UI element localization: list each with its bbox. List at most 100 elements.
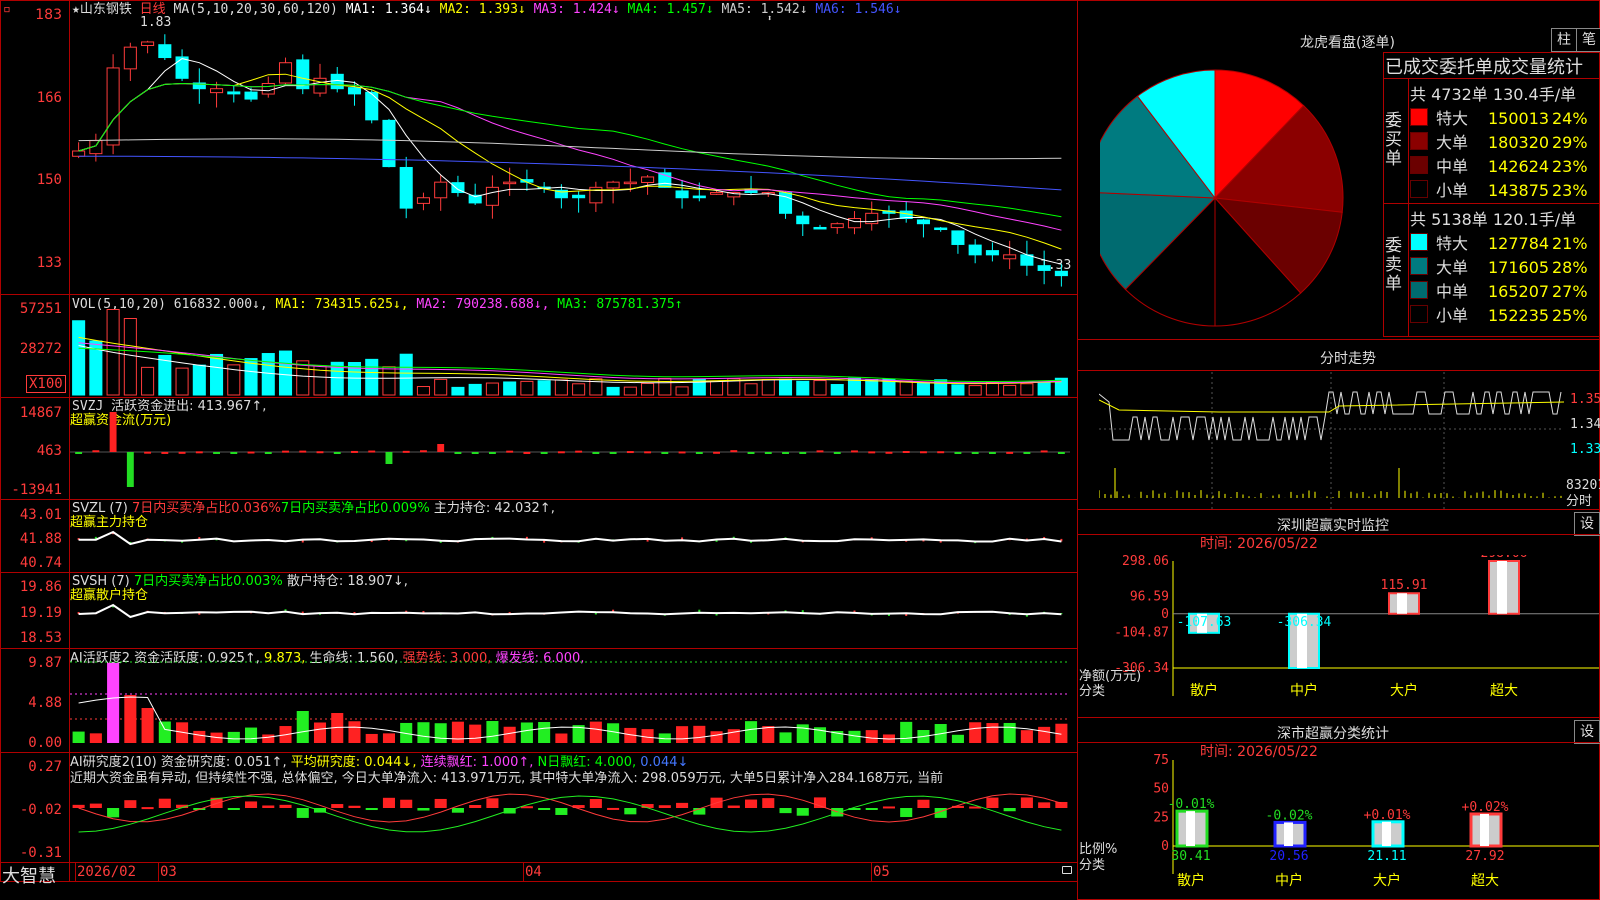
research-bar	[900, 808, 913, 818]
research-bar	[796, 808, 809, 816]
lock-icon[interactable]	[1062, 866, 1072, 874]
candle-body	[623, 181, 637, 185]
flow-bar	[264, 452, 272, 454]
volume-bar	[778, 378, 793, 396]
monitor-x-label: 分类	[1079, 684, 1105, 699]
classify-bar-shine	[1186, 811, 1195, 846]
flow-bar	[644, 451, 652, 454]
row-label: 中单	[1436, 157, 1469, 176]
activity-bar	[986, 723, 999, 743]
flow-bar	[316, 451, 324, 454]
classify-value-label: 30.41	[1171, 849, 1210, 864]
flow-bar	[695, 452, 703, 454]
flow-bar	[368, 450, 376, 453]
fenshi-chart[interactable]	[1099, 372, 1564, 510]
volume-bar	[572, 383, 586, 396]
row-label: 大单	[1436, 258, 1469, 277]
volume-bar	[485, 382, 499, 396]
buy-side-label: 委买单	[1385, 111, 1402, 169]
candle-body	[934, 227, 948, 231]
row-label: 中单	[1436, 282, 1469, 301]
bar-mode-button[interactable]: 柱	[1551, 28, 1577, 52]
ai2-d2: 平均研究度: 0.044↓,	[290, 755, 417, 770]
ai-research-chart[interactable]	[70, 786, 1076, 864]
flow-bar	[109, 412, 117, 452]
svsh-chart[interactable]	[70, 573, 1076, 648]
candle-body	[968, 244, 982, 256]
star-icon: ★	[72, 2, 80, 17]
candle-body	[675, 190, 689, 199]
flow-bar	[678, 451, 686, 454]
brand-logo[interactable]: 大智慧	[2, 862, 56, 888]
svsh-tick-2: 19.19	[19, 605, 62, 621]
research-bar	[779, 808, 792, 814]
research-bar	[434, 798, 447, 808]
ma-line-1	[78, 58, 1062, 265]
row-value: 165207	[1488, 282, 1550, 301]
flow-bar	[592, 452, 600, 454]
volume-chart[interactable]	[70, 298, 1076, 397]
candle-body	[1003, 254, 1017, 260]
ma-line-4	[78, 82, 1062, 218]
volume-bar	[641, 382, 655, 396]
svzj-chart[interactable]	[70, 398, 1076, 499]
classify-y-tick: 0	[1161, 839, 1169, 854]
classify-value-label: 20.56	[1269, 849, 1308, 864]
color-swatch-icon	[1410, 257, 1428, 275]
avg-research-line	[78, 795, 1062, 833]
row-value: 180320	[1488, 133, 1550, 152]
row-value: 150013	[1488, 109, 1550, 128]
y-tick-166: 166	[36, 90, 62, 106]
volume-bar	[761, 379, 775, 396]
classify-category-label: 散户	[1177, 872, 1205, 889]
volume-ma-line	[78, 342, 1062, 384]
research-bar	[124, 800, 137, 808]
buy-row: 大单 180320 29%	[1410, 129, 1588, 153]
row-label: 特大	[1436, 234, 1469, 253]
stats-mid-line	[1383, 203, 1600, 204]
svzl-chart[interactable]	[70, 500, 1076, 572]
candle-body	[347, 87, 362, 95]
monitor-value-label: -107.63	[1177, 615, 1232, 630]
volume-bar	[347, 361, 362, 396]
research-bar	[555, 808, 568, 815]
dragon-pie-chart[interactable]	[1100, 58, 1390, 340]
flow-bar	[161, 451, 169, 454]
flow-bar	[920, 451, 927, 454]
ma-value-3: 1.424↓	[572, 2, 628, 17]
activity-bar	[158, 721, 171, 743]
volume-bar	[261, 353, 275, 396]
flow-bar	[885, 451, 893, 454]
flow-bar	[420, 450, 427, 453]
classify-bar-chart[interactable]: 75 50 25 0 -0.01% 30.41 散户 -0.02% 20.56 中户 +0.01% 2…	[1079, 752, 1599, 900]
row-label: 特大	[1436, 109, 1469, 128]
classify-bar-shine	[1382, 821, 1391, 846]
ai-activity-chart[interactable]	[70, 649, 1076, 752]
date-label-4: 05	[873, 864, 890, 880]
ma-value-1: 1.364↓	[384, 2, 440, 17]
volume-bar	[382, 366, 396, 396]
monitor-bar-chart[interactable]: 298.0696.590-104.87-306.34-107.63散户-306.…	[1079, 555, 1599, 715]
activity-bar	[313, 722, 327, 743]
activity-bar	[227, 731, 240, 743]
monitor-category-label: 超大	[1490, 683, 1518, 699]
activity-bar	[382, 733, 395, 743]
flow-bar	[333, 452, 341, 454]
monitor-value-label: 298.06	[1481, 555, 1528, 561]
activity-bar	[451, 721, 464, 743]
flow-bar	[937, 451, 945, 454]
tick-mode-button[interactable]: 笔	[1576, 28, 1600, 52]
kline-chart[interactable]	[70, 16, 1076, 294]
ma-line-6	[78, 155, 1062, 191]
flow-bar	[92, 450, 100, 453]
volume-bar	[434, 378, 448, 396]
color-swatch-icon	[1410, 156, 1428, 174]
monitor-settings-button[interactable]: 设	[1574, 512, 1600, 536]
main-header: ★山东钢铁 日线 MA(5,10,20,30,60,120) MA1: 1.36…	[72, 2, 902, 17]
volume-bar	[503, 381, 517, 396]
flow-bar	[988, 452, 996, 454]
flow-bar	[713, 451, 720, 454]
classify-title: 深市超赢分类统计	[1277, 726, 1389, 742]
activity-bar	[348, 721, 361, 743]
classify-settings-button[interactable]: 设	[1574, 720, 1600, 744]
